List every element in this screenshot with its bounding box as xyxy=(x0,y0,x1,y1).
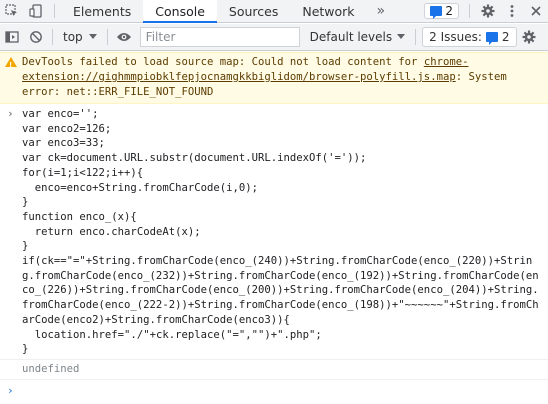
issues-count: 2 xyxy=(501,30,510,44)
sidebar-toggle-button[interactable] xyxy=(0,24,24,50)
console-settings-icon xyxy=(522,30,536,44)
device-toolbar-button[interactable] xyxy=(24,0,48,22)
warning-icon xyxy=(5,57,17,73)
close-devtools-button[interactable] xyxy=(524,0,548,22)
input-chevron-icon: › xyxy=(7,107,14,120)
context-selector[interactable]: top xyxy=(57,26,103,48)
tab-separator xyxy=(54,4,55,18)
device-toolbar-icon xyxy=(29,4,42,18)
warning-text: DevTools failed to load source map: Coul… xyxy=(22,56,424,68)
console-panel[interactable]: DevTools failed to load source map: Coul… xyxy=(0,52,548,404)
toolbar-separator xyxy=(52,29,53,45)
messages-count: 2 xyxy=(445,4,453,18)
message-icon xyxy=(430,6,443,19)
console-input-entry: › var enco=''; var enco2=126; var enco3=… xyxy=(0,104,548,360)
tab-console[interactable]: Console xyxy=(143,0,217,23)
tab-sources[interactable]: Sources xyxy=(217,0,290,22)
console-settings-button[interactable] xyxy=(517,24,541,50)
clear-console-icon xyxy=(30,31,42,43)
settings-gear-icon xyxy=(481,4,495,18)
eye-icon xyxy=(116,33,131,41)
log-levels-label: Default levels xyxy=(309,30,393,44)
console-toolbar: top Default levels 2 Issues: 2 xyxy=(0,24,548,51)
console-warning-message: DevTools failed to load source map: Coul… xyxy=(0,52,548,104)
issues-button[interactable]: 2 Issues: 2 xyxy=(422,27,517,47)
filter-input[interactable] xyxy=(145,30,299,44)
more-options-button[interactable] xyxy=(500,0,524,22)
console-result: undefined xyxy=(0,360,548,380)
caret-down-icon xyxy=(88,34,97,39)
toolbar-separator xyxy=(415,29,417,45)
toolbar-separator xyxy=(106,29,108,45)
entered-code: var enco=''; var enco2=126; var enco3=33… xyxy=(22,108,539,356)
clear-console-button[interactable] xyxy=(24,24,48,50)
settings-button[interactable] xyxy=(476,0,500,22)
context-value: top xyxy=(63,30,83,44)
prompt-chevron-icon: › xyxy=(7,383,14,397)
close-icon xyxy=(531,6,541,16)
tab-network[interactable]: Network xyxy=(290,0,366,22)
inspect-element-button[interactable] xyxy=(0,0,24,22)
messages-badge[interactable]: 2 xyxy=(424,3,459,19)
inspect-icon xyxy=(5,4,17,16)
devtools-tab-bar: Elements Console Sources Network » 2 xyxy=(0,0,548,23)
more-vert-icon xyxy=(510,5,514,17)
sidebar-toggle-icon xyxy=(5,31,19,43)
tab-separator xyxy=(469,4,470,18)
issues-message-icon xyxy=(485,32,498,45)
more-tabs-button[interactable]: » xyxy=(367,0,396,22)
filter-field[interactable] xyxy=(139,27,300,47)
console-prompt[interactable]: › xyxy=(0,380,548,397)
result-value: undefined xyxy=(22,362,80,375)
log-levels-dropdown[interactable]: Default levels xyxy=(304,30,411,44)
live-expression-button[interactable] xyxy=(112,24,136,50)
caret-down-icon xyxy=(397,34,406,39)
issues-label: 2 Issues: xyxy=(429,30,482,44)
tab-elements[interactable]: Elements xyxy=(61,0,143,22)
